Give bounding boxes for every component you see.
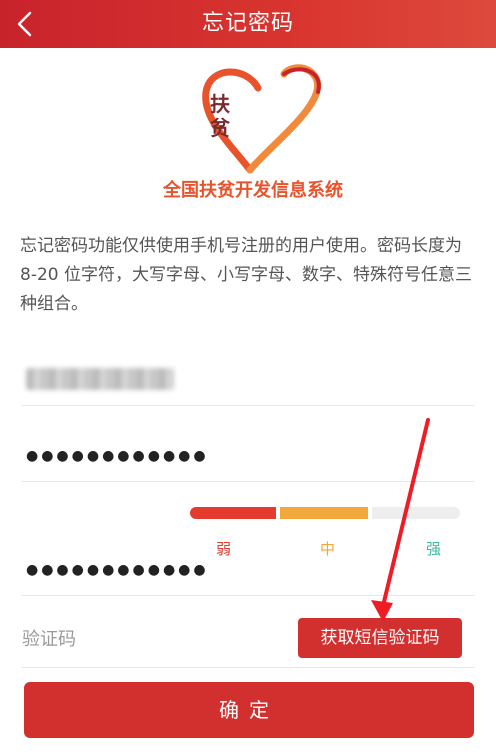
divider: [22, 405, 474, 406]
logo-mark-text: 扶贫: [210, 92, 230, 140]
instructions-text: 忘记密码功能仅供使用手机号注册的用户使用。密码长度为8-20 位字符，大写字母、…: [20, 236, 472, 314]
strength-bar-weak: [190, 507, 276, 519]
strength-bar-strong: [372, 507, 460, 519]
page-title: 忘记密码: [201, 11, 294, 36]
top-bar: 忘记密码: [0, 0, 496, 48]
blurred-phone-number: [26, 368, 174, 390]
divider: [22, 481, 474, 482]
divider: [22, 667, 474, 668]
password-strength-meter: [190, 507, 460, 521]
verification-code-input[interactable]: [22, 624, 282, 654]
get-sms-code-button[interactable]: 获取短信验证码: [298, 618, 462, 658]
system-name: 全国扶贫开发信息系统: [163, 180, 343, 201]
confirm-password-field[interactable]: ●●●●●●●●●●●●: [22, 546, 474, 596]
new-password-field[interactable]: ●●●●●●●●●●●●: [22, 432, 474, 482]
strength-bar-medium: [280, 507, 368, 519]
app-logo: 扶贫 全国扶贫开发信息系统: [148, 62, 358, 208]
divider: [22, 595, 474, 596]
phone-field[interactable]: [22, 350, 474, 406]
confirm-button[interactable]: 确定: [24, 682, 474, 738]
confirm-password-mask: ●●●●●●●●●●●●: [26, 562, 209, 578]
password-mask: ●●●●●●●●●●●●: [26, 448, 209, 464]
